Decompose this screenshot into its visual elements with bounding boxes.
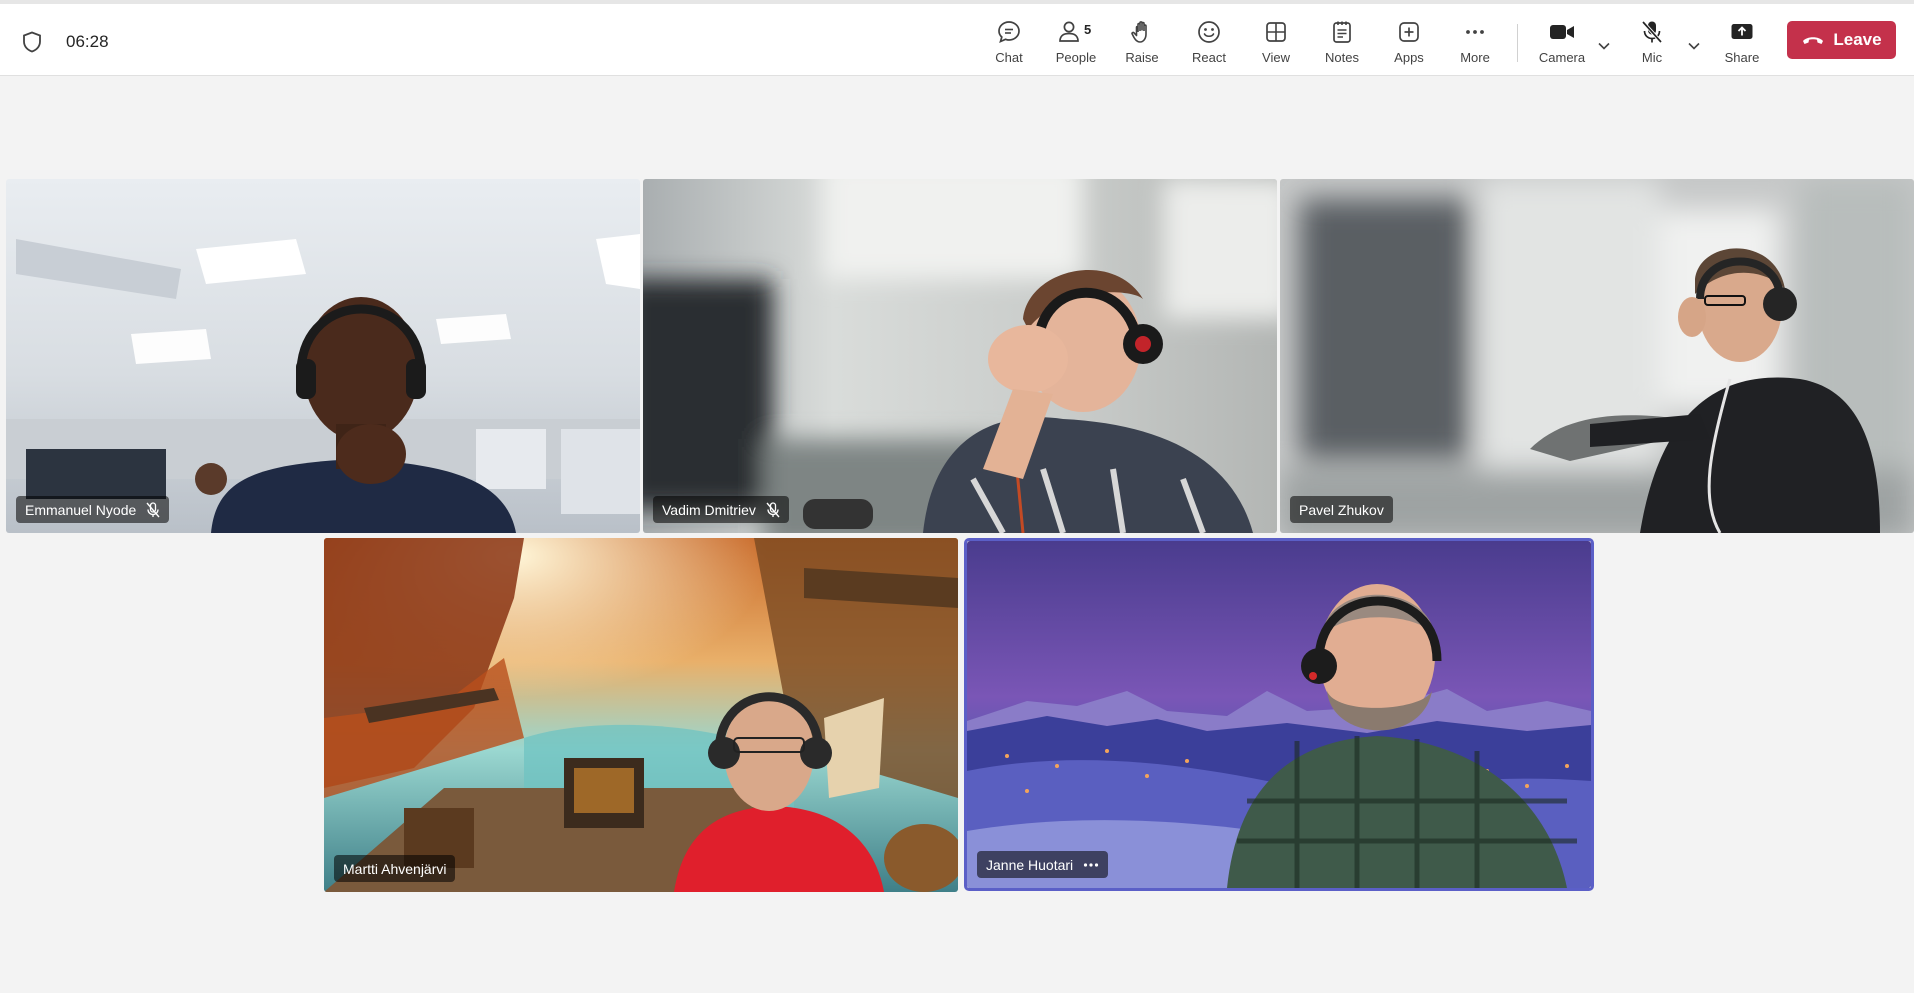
shield-icon[interactable] — [22, 31, 42, 53]
mic-off-icon — [1641, 20, 1663, 44]
people-count: 5 — [1084, 22, 1092, 37]
mic-button[interactable]: Mic — [1619, 16, 1685, 74]
toolbar-divider — [1517, 24, 1518, 62]
chat-label: Chat — [995, 50, 1023, 65]
participant-name-chip: Vadim Dmitriev — [653, 496, 789, 523]
react-label: React — [1192, 50, 1226, 65]
share-button[interactable]: Share — [1709, 16, 1775, 74]
mic-options-chevron-icon[interactable] — [1684, 36, 1704, 56]
view-button[interactable]: View — [1243, 16, 1309, 74]
apps-button[interactable]: Apps — [1376, 16, 1442, 74]
video-tile-janne-huotari[interactable]: Janne Huotari — [967, 541, 1591, 888]
more-icon — [1466, 30, 1484, 34]
participant-video — [1280, 179, 1914, 533]
participant-video — [324, 538, 958, 892]
participant-name-chip: Emmanuel Nyode — [16, 496, 170, 523]
participant-video — [6, 179, 640, 533]
raise-hand-button[interactable]: Raise — [1109, 16, 1175, 74]
video-tile-vadim-dmitriev[interactable]: Vadim Dmitriev — [643, 179, 1277, 533]
raise-hand-icon — [1131, 21, 1147, 43]
mic-muted-icon — [766, 501, 780, 517]
mic-muted-icon — [146, 501, 160, 517]
leave-label: Leave — [1833, 30, 1882, 49]
participant-name-chip: Martti Ahvenjärvi — [334, 855, 456, 882]
camera-options-chevron-icon[interactable] — [1594, 36, 1614, 56]
smiley-icon — [1198, 21, 1220, 43]
video-tile-martti-ahvenjarvi[interactable]: Martti Ahvenjärvi — [324, 538, 958, 892]
participant-name: Emmanuel Nyode — [25, 501, 137, 518]
notes-button[interactable]: Notes — [1309, 16, 1375, 74]
hang-up-icon — [1803, 37, 1824, 44]
participant-name: Martti Ahvenjärvi — [343, 860, 447, 877]
meeting-toolbar: 06:28 Chat 5 People Raise React View Not… — [0, 4, 1914, 76]
grid-view-icon — [1266, 22, 1286, 42]
participant-name: Vadim Dmitriev — [662, 501, 756, 518]
camera-button[interactable]: Camera — [1529, 16, 1595, 74]
share-screen-icon — [1731, 24, 1753, 39]
participant-name: Pavel Zhukov — [1299, 501, 1384, 518]
apps-label: Apps — [1394, 50, 1424, 65]
react-button[interactable]: React — [1176, 16, 1242, 74]
chat-icon — [998, 21, 1020, 44]
participant-name: Janne Huotari — [986, 856, 1074, 873]
notes-icon — [1333, 21, 1351, 43]
more-label: More — [1460, 50, 1490, 65]
people-label: People — [1055, 50, 1097, 65]
meeting-timer: 06:28 — [66, 32, 109, 51]
video-tile-pavel-zhukov[interactable]: Pavel Zhukov — [1280, 179, 1914, 533]
participant-video — [967, 541, 1591, 888]
video-tile-emmanuel-nyode[interactable]: Emmanuel Nyode — [6, 179, 640, 533]
raise-label: Raise — [1125, 50, 1159, 65]
view-label: View — [1262, 50, 1290, 65]
more-button[interactable]: More — [1442, 16, 1508, 74]
participant-video — [643, 179, 1277, 533]
camera-label: Camera — [1538, 50, 1586, 65]
notes-label: Notes — [1325, 50, 1359, 65]
mic-label: Mic — [1641, 50, 1663, 65]
participant-name-chip: Pavel Zhukov — [1290, 496, 1393, 523]
share-label: Share — [1724, 50, 1760, 65]
people-button[interactable]: 5 People — [1043, 16, 1109, 74]
participant-name-chip: Janne Huotari — [977, 851, 1109, 878]
people-icon — [1059, 21, 1079, 42]
chat-button[interactable]: Chat — [976, 16, 1042, 74]
more-options-icon[interactable] — [1083, 862, 1099, 868]
camera-icon — [1550, 25, 1574, 39]
add-apps-icon — [1399, 22, 1419, 42]
leave-button[interactable]: Leave — [1787, 21, 1896, 59]
